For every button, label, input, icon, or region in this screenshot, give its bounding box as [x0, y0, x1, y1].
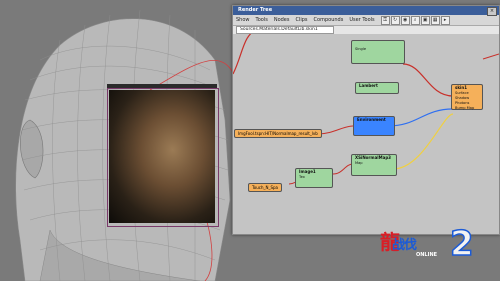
node-top-sub: Single: [355, 47, 367, 51]
chip-normalmap-path[interactable]: ImgFool.tspn:HIT/Normalmap_result_lvb: [234, 129, 322, 138]
menu-bar: Show Tools Nodes Clips Compounds User To…: [233, 15, 499, 26]
logo-sub: ONLINE: [416, 252, 438, 258]
lock-icon[interactable]: ⚿: [380, 15, 390, 25]
render-tree-window[interactable]: Render Tree × Show Tools Nodes Clips Com…: [232, 5, 500, 235]
arrow-icon[interactable]: ▸: [440, 15, 450, 25]
node-environment[interactable]: Environment: [353, 116, 395, 136]
close-icon[interactable]: ×: [487, 7, 497, 16]
logo-number: 2: [449, 223, 474, 265]
node-skin[interactable]: skin1 Surface Shadow Photons Bump Map: [451, 84, 483, 110]
node-top[interactable]: Single: [351, 40, 405, 64]
window-title: Render Tree: [233, 6, 499, 15]
node-lambert-label: Lambert: [359, 83, 378, 88]
menu-show[interactable]: Show: [236, 17, 250, 23]
logo-blue-text: 战伐: [392, 238, 417, 253]
path-field[interactable]: Sources.Materials.DefaultLib.skin1: [236, 26, 334, 34]
chip-touch-spa[interactable]: Touch_N_Spa: [248, 183, 283, 192]
face-texture: [109, 90, 215, 223]
refresh-icon[interactable]: ↻: [390, 15, 400, 25]
node-image[interactable]: Image1 Tex: [295, 168, 333, 188]
frame-icon[interactable]: ▣: [420, 15, 430, 25]
menu-clips[interactable]: Clips: [295, 17, 307, 23]
menu-nodes[interactable]: Nodes: [274, 17, 290, 23]
node-environment-label: Environment: [357, 117, 386, 122]
grid-icon[interactable]: ▦: [430, 15, 440, 25]
menu-tools[interactable]: Tools: [256, 17, 268, 23]
node-skin-sub: Surface Shadow Photons Bump Map: [455, 91, 475, 110]
camera-icon[interactable]: ◉: [400, 15, 410, 25]
menu-user-tools[interactable]: User Tools: [349, 17, 374, 23]
node-lambert[interactable]: Lambert: [355, 82, 399, 94]
node-normal-map-sub: Map: [355, 161, 363, 165]
zoom-icon[interactable]: ⌕: [410, 15, 420, 25]
node-image-sub: Tex: [299, 175, 305, 179]
node-normal-map[interactable]: XSiNormalMap3 Map: [351, 154, 397, 176]
game-logo: 龍 战伐 ONLINE 2: [380, 220, 492, 274]
menu-compounds[interactable]: Compounds: [314, 17, 344, 23]
